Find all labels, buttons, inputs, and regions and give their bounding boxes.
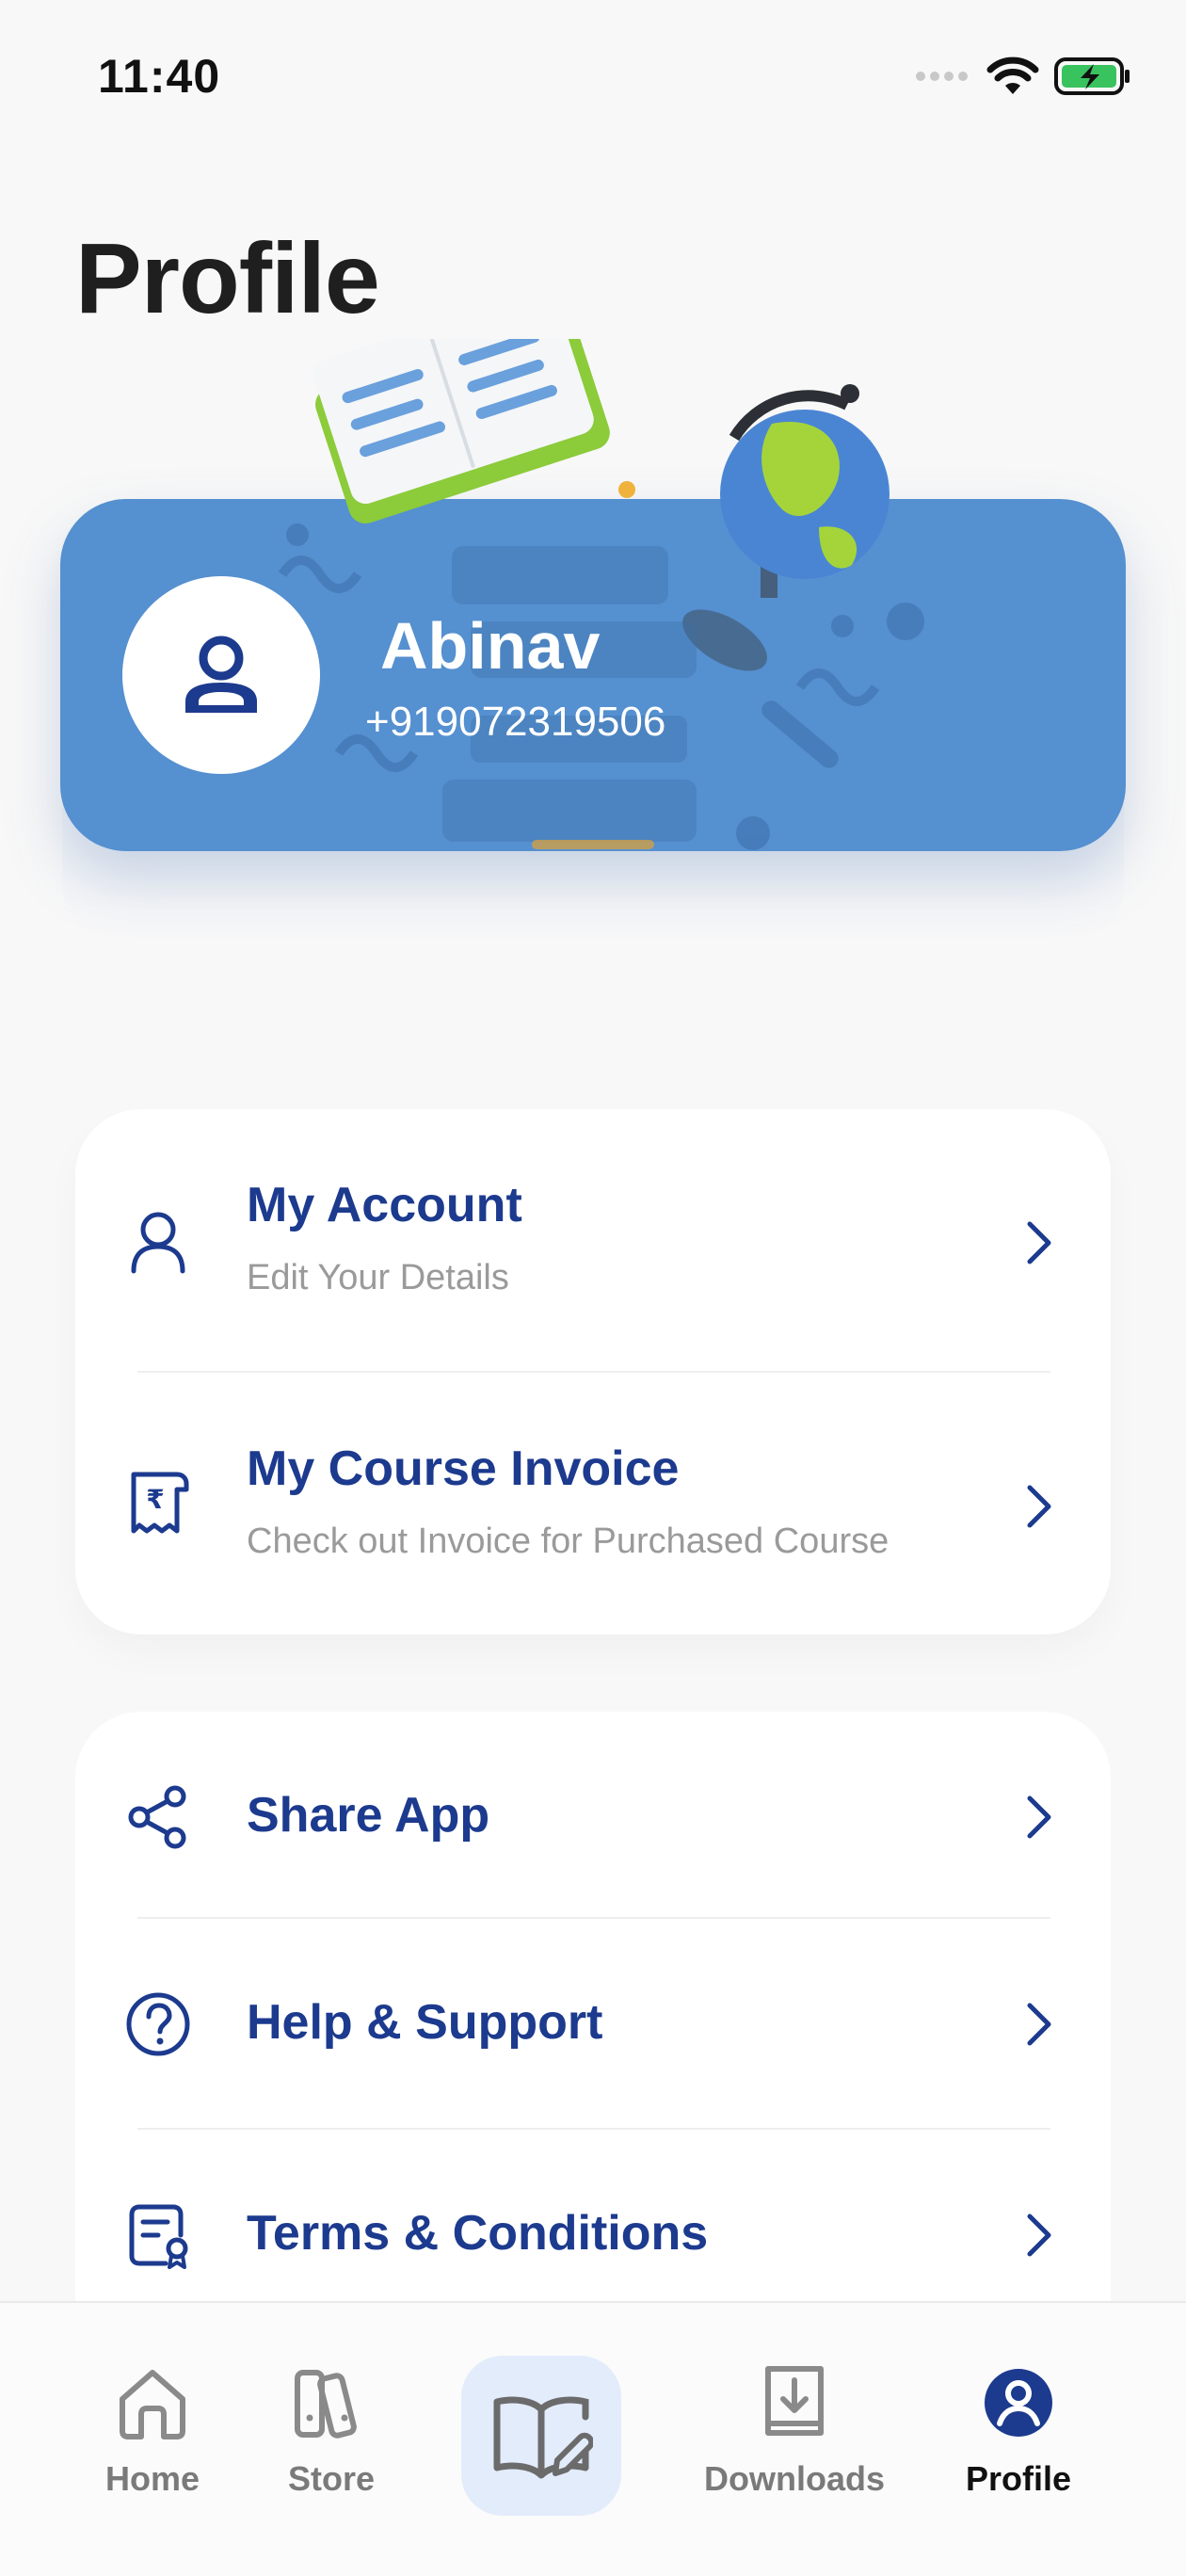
account-menu-card: My Account Edit Your Details ₹ My Course… — [75, 1109, 1111, 1634]
profile-active-icon — [985, 2369, 1053, 2437]
user-icon — [131, 1212, 185, 1274]
user-name: Abinav — [380, 609, 601, 683]
nav-profile[interactable]: Profile — [966, 2363, 1071, 2499]
signal-icon — [915, 70, 971, 88]
nav-home[interactable]: Home — [105, 2363, 200, 2499]
user-phone: +919072319506 — [365, 699, 666, 745]
app-menu-card: Share App Help & Support Terms & Conditi… — [75, 1712, 1111, 2371]
wifi-icon — [986, 56, 1039, 101]
menu-item-subtitle: Check out Invoice for Purchased Course — [247, 1521, 890, 1561]
nav-home-label: Home — [105, 2459, 200, 2498]
menu-item-my-account[interactable]: My Account Edit Your Details — [75, 1109, 1111, 1373]
invoice-rupee-icon: ₹ — [131, 1472, 189, 1534]
avatar[interactable] — [122, 576, 320, 774]
profile-screen: 11:40 Profile Abinav +919072319506 My Ac… — [0, 0, 1186, 2576]
person-icon — [185, 636, 257, 713]
store-books-icon — [295, 2370, 357, 2439]
menu-item-subtitle: Edit Your Details — [247, 1258, 509, 1297]
page-title: Profile — [75, 223, 380, 334]
downloads-icon — [765, 2366, 824, 2436]
home-icon — [120, 2370, 186, 2439]
chevron-right-icon — [1027, 1221, 1051, 1264]
menu-item-share-app[interactable]: Share App — [75, 1712, 1111, 1919]
nav-profile-label: Profile — [966, 2459, 1072, 2498]
status-time: 11:40 — [98, 50, 221, 103]
chevron-right-icon — [1027, 1485, 1051, 1528]
open-book-edit-icon — [493, 2396, 593, 2479]
terms-document-icon — [129, 2204, 188, 2269]
nav-store-label: Store — [288, 2459, 376, 2498]
chevron-right-icon — [1027, 1795, 1051, 1839]
nav-store[interactable]: Store — [288, 2363, 375, 2499]
nav-downloads-label: Downloads — [704, 2459, 886, 2498]
nav-downloads[interactable]: Downloads — [704, 2363, 885, 2499]
chevron-right-icon — [1027, 2003, 1051, 2046]
menu-item-help-support[interactable]: Help & Support — [75, 1919, 1111, 2130]
menu-item-title: My Account — [247, 1178, 522, 1232]
status-icons — [915, 56, 1131, 101]
menu-item-title: My Course Invoice — [247, 1441, 680, 1496]
menu-item-title: Terms & Conditions — [247, 2206, 709, 2261]
menu-item-course-invoice[interactable]: ₹ My Course Invoice Check out Invoice fo… — [75, 1373, 1111, 1634]
share-icon — [128, 1785, 186, 1849]
menu-item-title: Share App — [247, 1788, 490, 1843]
chevron-right-icon — [1027, 2214, 1051, 2257]
svg-text:₹: ₹ — [146, 1484, 164, 1515]
battery-charging-icon — [1054, 56, 1131, 101]
help-circle-icon — [126, 1992, 190, 2056]
center-action-button[interactable] — [461, 2356, 621, 2516]
menu-item-title: Help & Support — [247, 1995, 603, 2050]
